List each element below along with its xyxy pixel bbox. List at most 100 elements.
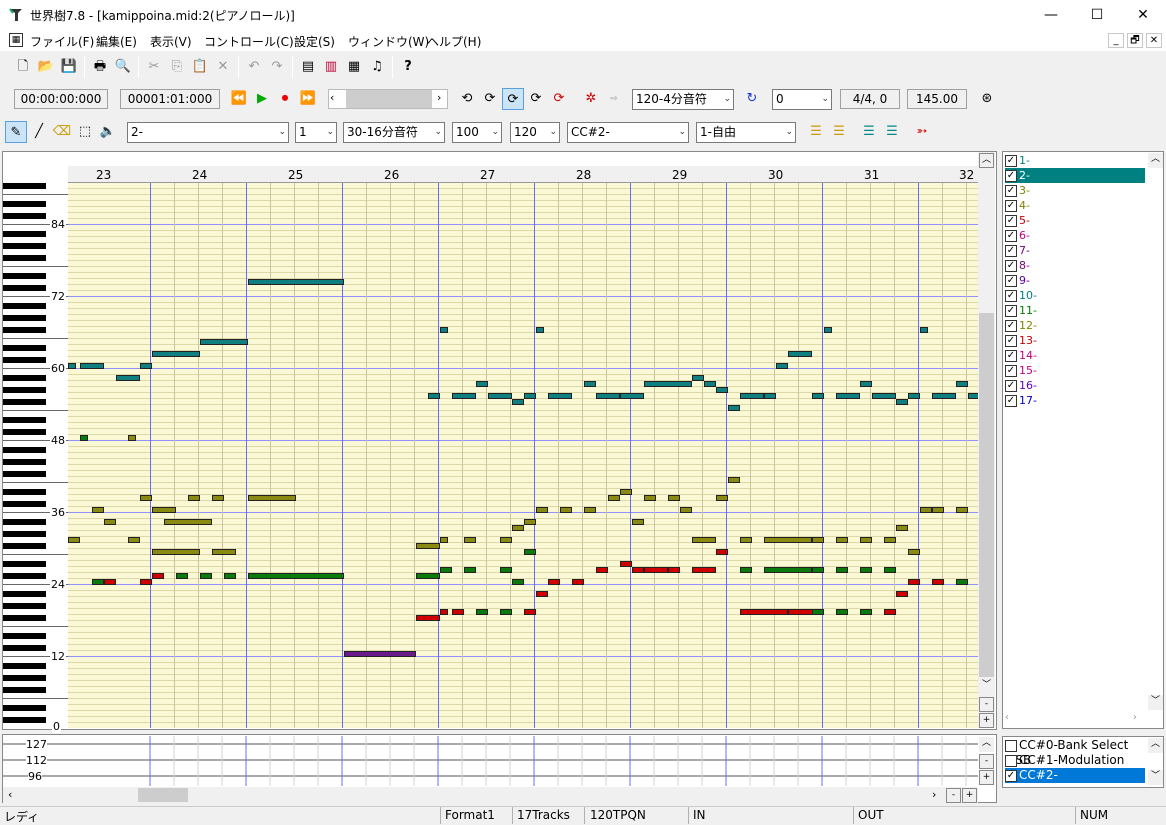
black-key[interactable] — [3, 285, 46, 291]
midi-note[interactable] — [440, 567, 452, 573]
midi-note[interactable] — [740, 567, 752, 573]
black-key[interactable] — [3, 447, 46, 453]
midi-note[interactable] — [728, 477, 740, 483]
menu-file[interactable]: ファイル(F) — [30, 33, 94, 50]
track-item[interactable]: ✓ 9- — [1005, 273, 1145, 288]
black-key[interactable] — [3, 213, 46, 219]
menu-help[interactable]: ヘルプ(H) — [427, 33, 481, 50]
track-checkbox[interactable]: ✓ — [1005, 275, 1017, 287]
midi-note[interactable] — [536, 327, 544, 333]
midi-note[interactable] — [692, 537, 716, 543]
track-checkbox[interactable]: ✓ — [1005, 380, 1017, 392]
midi-note[interactable] — [668, 495, 680, 501]
track-item[interactable]: ✓ 15- — [1005, 363, 1145, 378]
track-item[interactable]: ✓ 5- — [1005, 213, 1145, 228]
snap-combo[interactable]: 30-16分音符 ⌄ — [343, 122, 445, 143]
black-key[interactable] — [3, 375, 46, 381]
black-key[interactable] — [3, 615, 46, 621]
black-key[interactable] — [3, 327, 46, 333]
track-item[interactable]: ✓ 12- — [1005, 318, 1145, 333]
cc-checkbox[interactable]: ✓ — [1005, 769, 1017, 782]
midi-note[interactable] — [500, 609, 512, 615]
open-folder-icon[interactable]: 📂 — [35, 56, 57, 78]
midi-note[interactable] — [140, 363, 152, 369]
midi-note[interactable] — [716, 549, 728, 555]
zoom-out-horizontal-icon[interactable]: ☰ — [881, 121, 903, 143]
scroll-up-icon[interactable]: ︿ — [1148, 738, 1163, 753]
black-key[interactable] — [3, 531, 46, 537]
midi-note[interactable] — [908, 549, 920, 555]
scroll-left-icon[interactable]: ‹ — [8, 788, 12, 801]
mdi-close-button[interactable]: ✕ — [1146, 33, 1162, 48]
midi-note[interactable] — [92, 579, 104, 585]
midi-note[interactable] — [572, 579, 584, 585]
black-key[interactable] — [3, 543, 46, 549]
midi-note[interactable] — [440, 327, 448, 333]
menu-window[interactable]: ウィンドウ(W) — [348, 33, 429, 50]
channel-combo[interactable]: 1 ⌄ — [295, 122, 337, 143]
cc-item[interactable]: CC#0-Bank Select MSB — [1005, 738, 1145, 767]
cc-combo[interactable]: CC#2- ⌄ — [567, 122, 689, 143]
midi-note[interactable] — [212, 549, 236, 555]
vertical-scroll-thumb[interactable] — [979, 313, 994, 677]
black-key[interactable] — [3, 357, 46, 363]
black-key[interactable] — [3, 387, 46, 393]
midi-note[interactable] — [740, 609, 788, 615]
black-key[interactable] — [3, 645, 46, 651]
cc-checkbox[interactable] — [1005, 739, 1017, 752]
midi-note[interactable] — [524, 519, 536, 525]
midi-note[interactable] — [224, 573, 236, 579]
track-item[interactable]: ✓ 3- — [1005, 183, 1145, 198]
midi-note[interactable] — [620, 393, 644, 399]
black-key[interactable] — [3, 255, 46, 261]
mdi-system-icon[interactable]: ▦ — [9, 33, 23, 47]
midi-note[interactable] — [872, 393, 896, 399]
midi-note[interactable] — [860, 567, 872, 573]
record-icon[interactable]: ⏺ — [274, 88, 296, 110]
mode-combo[interactable]: 1-自由 ⌄ — [696, 122, 796, 143]
track-combo[interactable]: 2- ⌄ — [127, 122, 289, 143]
black-key[interactable] — [3, 345, 46, 351]
black-key[interactable] — [3, 705, 46, 711]
track-item[interactable]: ✓ 7- — [1005, 243, 1145, 258]
midi-note[interactable] — [176, 573, 188, 579]
save-icon[interactable]: 💾 — [58, 56, 80, 78]
track-item[interactable]: ✓ 2- — [1005, 168, 1145, 183]
midi-note[interactable] — [692, 375, 704, 381]
midi-note[interactable] — [836, 609, 848, 615]
delete-icon[interactable]: ✕ — [212, 56, 234, 78]
midi-note[interactable] — [968, 393, 978, 399]
midi-note[interactable] — [416, 543, 440, 549]
scroll-up-icon[interactable]: ︿ — [979, 153, 994, 168]
midi-note[interactable] — [68, 537, 80, 543]
event-list-icon[interactable]: ▦ — [343, 56, 365, 78]
track-checkbox[interactable]: ✓ — [1005, 185, 1017, 197]
mdi-restore-button[interactable]: 🗗 — [1127, 33, 1143, 48]
print-icon[interactable]: 🖶 — [89, 56, 111, 78]
midi-note[interactable] — [428, 393, 440, 399]
track-item[interactable]: ✓ 6- — [1005, 228, 1145, 243]
note-grid[interactable] — [68, 183, 978, 728]
black-key[interactable] — [3, 519, 46, 525]
midi-note[interactable] — [764, 393, 776, 399]
paste-icon[interactable]: 📋 — [189, 56, 211, 78]
auto-wind-icon[interactable]: ⟲ — [456, 88, 478, 110]
print-preview-icon[interactable]: 🔍 — [112, 56, 134, 78]
track-checkbox[interactable]: ✓ — [1005, 155, 1017, 167]
track-checkbox[interactable]: ✓ — [1005, 290, 1017, 302]
midi-note[interactable] — [200, 339, 248, 345]
midi-note[interactable] — [452, 609, 464, 615]
midi-note[interactable] — [620, 489, 632, 495]
midi-note[interactable] — [836, 393, 860, 399]
midi-note[interactable] — [140, 579, 152, 585]
loop-icon[interactable]: ↻ — [741, 88, 763, 110]
track-item[interactable]: ✓ 13- — [1005, 333, 1145, 348]
midi-note[interactable] — [812, 537, 824, 543]
black-key[interactable] — [3, 201, 46, 207]
maximize-button[interactable]: ☐ — [1074, 0, 1120, 30]
midi-note[interactable] — [860, 381, 872, 387]
midi-note[interactable] — [152, 507, 176, 513]
undo-icon[interactable]: ↶ — [243, 56, 265, 78]
track-item[interactable]: ✓ 17- — [1005, 393, 1145, 408]
track-checkbox[interactable]: ✓ — [1005, 170, 1017, 182]
